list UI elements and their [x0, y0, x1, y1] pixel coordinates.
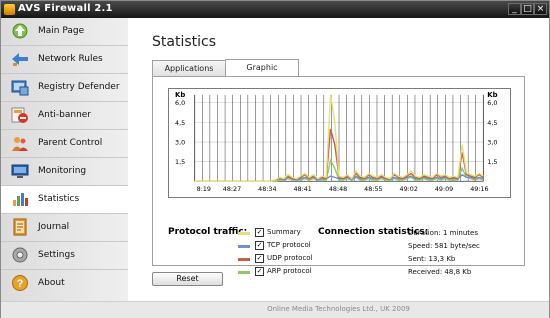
x-tick-label: 49:02 — [400, 185, 418, 193]
y-tick-label-right: 1,5 — [487, 158, 497, 166]
legend-swatch — [238, 232, 250, 235]
sidebar-item-monitoring[interactable]: Monitoring — [1, 158, 128, 186]
graphic-panel: Kb Kb 6,0 6,0 4,5 4,5 3,0 3,0 1,5 1,5 8:19 48:27 48:… — [152, 76, 525, 276]
y-tick-label-left: 4,5 — [175, 119, 185, 127]
copyright-text: Online Media Technologies Ltd., UK 2009 — [267, 305, 410, 313]
x-tick-label: 48:34 — [258, 185, 276, 193]
sidebar-item-label: Registry Defender — [38, 82, 120, 92]
x-tick-label: 48:27 — [223, 185, 241, 193]
sidebar-item-registry-defender[interactable]: Registry Defender — [1, 74, 128, 102]
x-tick-label: 49:09 — [435, 185, 453, 193]
sidebar-item-label: Monitoring — [38, 166, 87, 176]
statistics-icon — [13, 193, 28, 206]
legend-swatch — [238, 258, 250, 261]
tab-graphic[interactable]: Graphic — [225, 59, 299, 77]
close-button[interactable]: × — [534, 3, 547, 15]
maximize-button[interactable]: □ — [521, 3, 534, 15]
sidebar-item-main-page[interactable]: Main Page — [1, 18, 128, 46]
home-icon — [12, 23, 28, 39]
sidebar-item-settings[interactable]: Settings — [1, 242, 128, 270]
x-tick-label: 48:41 — [293, 185, 311, 193]
sidebar-item-label: Anti-banner — [38, 110, 92, 120]
sent-value: Sent: 13,3 Kb — [408, 255, 456, 263]
sidebar-item-journal[interactable]: Journal — [1, 214, 128, 242]
y-tick-label-left: 6,0 — [175, 99, 185, 107]
page-title: Statistics — [152, 34, 216, 50]
reset-button[interactable]: Reset — [152, 272, 223, 286]
sidebar-item-label: Parent Control — [38, 138, 103, 148]
sidebar-item-statistics[interactable]: Statistics — [1, 186, 129, 214]
legend-title: Protocol traffic: — [168, 227, 248, 237]
tcp-checkbox[interactable]: ✓ — [255, 241, 264, 250]
sidebar-item-label: Main Page — [38, 26, 85, 36]
legend-label: UDP protocol — [267, 254, 313, 262]
y-tick-label-left: 1,5 — [175, 158, 185, 166]
monitor-icon — [11, 164, 29, 178]
minimize-button[interactable]: _ — [508, 3, 521, 15]
legend-label: TCP protocol — [267, 241, 311, 249]
y-tick-label-right: 3,0 — [487, 138, 497, 146]
title-bar[interactable]: AVS Firewall 2.1 _ □ × — [1, 1, 549, 18]
sidebar-item-anti-banner[interactable]: Anti-banner — [1, 102, 128, 130]
app-logo-icon — [4, 4, 15, 15]
speed-value: Speed: 581 byte/sec — [408, 242, 480, 250]
y-axis-unit-right: Kb — [487, 91, 497, 99]
svg-text:?: ? — [17, 278, 24, 290]
legend-swatch — [238, 245, 250, 248]
sidebar: Main Page Network Rules Registry Defende… — [1, 18, 129, 301]
anti-banner-icon — [11, 107, 28, 123]
sidebar-item-about[interactable]: ? About — [1, 270, 128, 298]
network-icon — [12, 53, 28, 66]
journal-icon — [13, 218, 27, 236]
registry-icon — [11, 80, 29, 96]
received-value: Received: 48,8 Kb — [408, 268, 472, 276]
x-tick-label: 8:19 — [197, 185, 211, 193]
duration-value: Duration: 1 minutes — [408, 229, 478, 237]
sidebar-footer — [1, 301, 129, 318]
sidebar-item-label: Journal — [38, 222, 70, 232]
sidebar-item-label: Settings — [38, 250, 75, 260]
status-bar: Online Media Technologies Ltd., UK 2009 — [128, 301, 549, 318]
y-tick-label-right: 4,5 — [487, 119, 497, 127]
sidebar-item-network-rules[interactable]: Network Rules — [1, 46, 128, 74]
settings-icon — [12, 247, 28, 263]
sidebar-item-label: Network Rules — [38, 54, 103, 64]
traffic-chart: Kb Kb6,0 6,04,5 4,53,0 3,01,5 1,58:19 48:27 48:… — [168, 88, 511, 198]
parent-control-icon — [12, 137, 28, 151]
y-tick-label-right: 6,0 — [487, 99, 497, 107]
summary-checkbox[interactable]: ✓ — [255, 228, 264, 237]
x-tick-label: 49:16 — [470, 185, 488, 193]
legend-label: Summary — [267, 228, 301, 236]
app-window: AVS Firewall 2.1 _ □ × Main Page Network… — [0, 0, 550, 318]
arp-checkbox[interactable]: ✓ — [255, 267, 264, 276]
y-axis-unit-left: Kb — [175, 91, 185, 99]
x-tick-label: 48:48 — [329, 185, 347, 193]
main-content: Statistics Applications Graphic Kb Kb 6,0 6… — [128, 18, 549, 301]
about-icon: ? — [12, 275, 28, 291]
y-tick-label-left: 3,0 — [175, 138, 185, 146]
sidebar-item-parent-control[interactable]: Parent Control — [1, 130, 128, 158]
tab-applications[interactable]: Applications — [152, 60, 226, 77]
udp-checkbox[interactable]: ✓ — [255, 254, 264, 263]
sidebar-item-label: About — [38, 278, 65, 288]
legend-swatch — [238, 271, 250, 274]
sidebar-item-label: Statistics — [38, 194, 80, 204]
legend-label: ARP protocol — [267, 267, 312, 275]
x-tick-label: 48:55 — [364, 185, 382, 193]
window-title: AVS Firewall 2.1 — [18, 3, 113, 14]
